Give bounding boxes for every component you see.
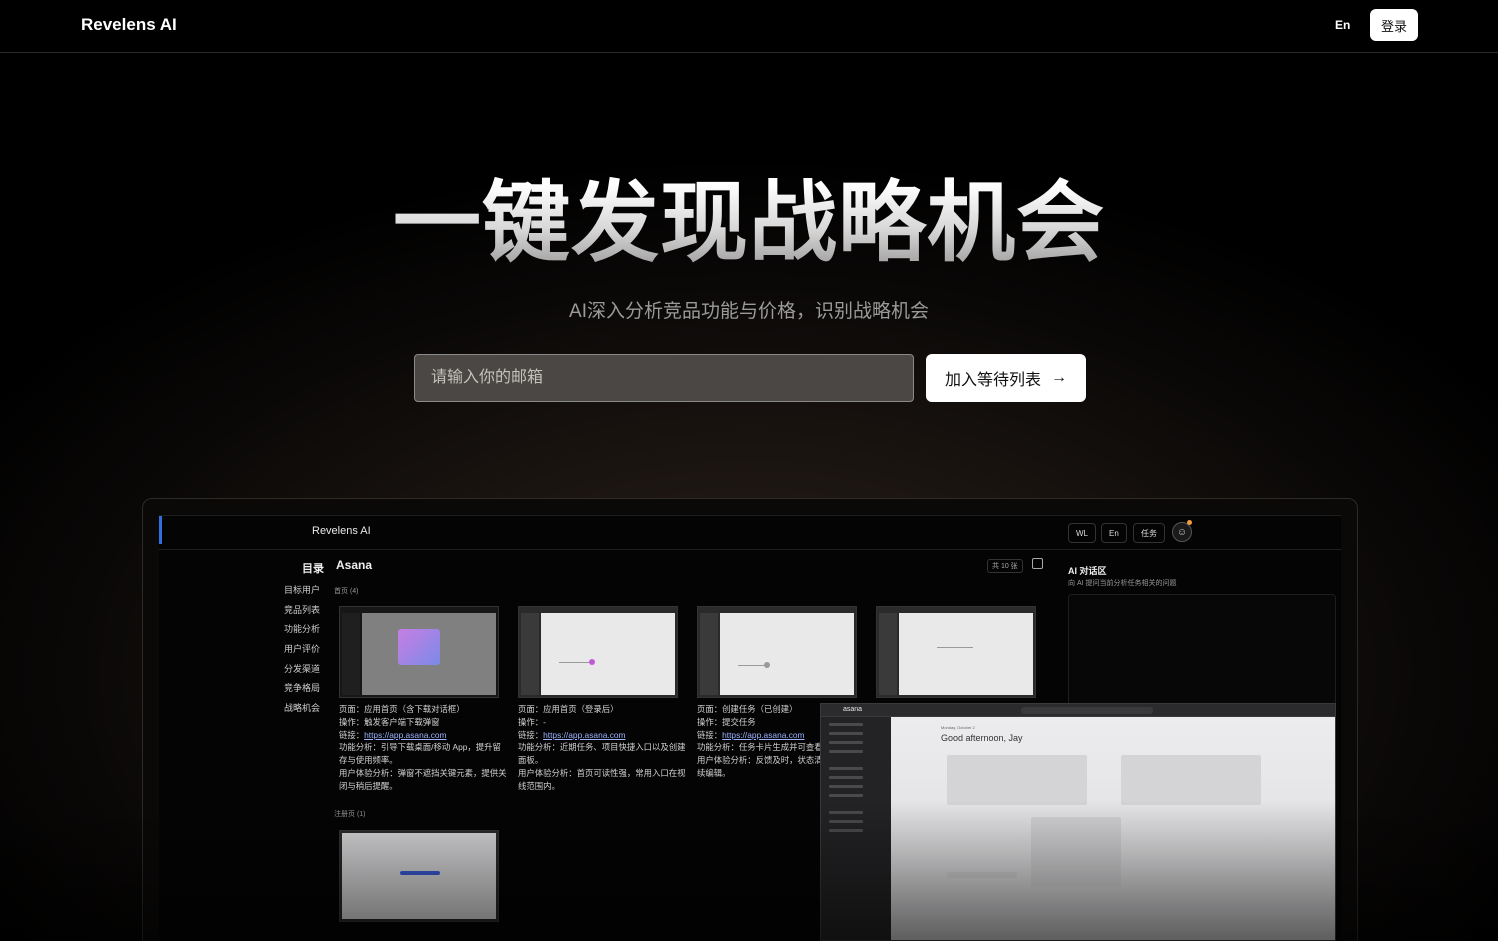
screenshot-card[interactable] [876, 606, 1046, 698]
screenshot-count-badge: 共 10 张 [987, 559, 1023, 573]
screenshot-card[interactable]: 页面：应用首页（登录后） 操作：- 链接：https://app.asana.c… [518, 606, 688, 793]
preview-topbar: Revelens AI WL En 任务 ☺ [159, 516, 1341, 550]
asana-topbar: asana [821, 704, 1335, 717]
toc-title: 目录 [302, 563, 324, 575]
asana-search-bar [1021, 707, 1153, 714]
card-link[interactable]: https://app.asana.com [364, 730, 446, 740]
workspace-pill[interactable]: WL [1068, 523, 1096, 543]
screenshot-thumbnail[interactable] [339, 830, 499, 922]
asana-greeting: Good afternoon, Jay [941, 733, 1023, 743]
card-link[interactable]: https://app.asana.com [722, 730, 804, 740]
ai-chat-title: AI 对话区 [1068, 566, 1107, 576]
company-title: Asana [336, 558, 373, 572]
screenshot-thumbnail[interactable] [518, 606, 678, 698]
language-toggle[interactable]: En [1335, 18, 1350, 32]
toc-item-target-users[interactable]: 目标用户 [284, 583, 320, 603]
asana-screenshot-overlay: asana Monday, October 2 Good afternoon, … [820, 703, 1336, 941]
top-nav: Revelens AI En 登录 [0, 0, 1498, 53]
join-waitlist-button[interactable]: 加入等待列表 → [926, 354, 1086, 402]
screenshot-thumbnail[interactable] [339, 606, 499, 698]
asana-date: Monday, October 2 [941, 725, 975, 730]
section-label-signup: 注册页 (1) [334, 811, 366, 818]
asana-logo: asana [843, 706, 863, 713]
toc-item-features[interactable]: 功能分析 [284, 622, 320, 642]
login-button[interactable]: 登录 [1370, 9, 1418, 41]
asana-sidebar [821, 717, 891, 940]
screenshot-card[interactable] [339, 830, 509, 922]
hero-headline: 一键发现战略机会 [0, 168, 1498, 278]
arrow-right-icon: → [1051, 369, 1067, 386]
toc-item-opportunities[interactable]: 战略机会 [284, 701, 320, 721]
notification-dot [1187, 520, 1192, 525]
card-description: 页面：应用首页（登录后） 操作：- 链接：https://app.asana.c… [518, 704, 686, 791]
toc-item-competitors[interactable]: 竞品列表 [284, 603, 320, 623]
tasks-pill[interactable]: 任务 [1133, 523, 1165, 543]
download-dialog-graphic [398, 629, 440, 665]
screenshot-thumbnail[interactable] [876, 606, 1036, 698]
section-label-home: 首页 (4) [334, 588, 359, 595]
card-description: 页面：应用首页（含下载对话框） 操作：触发客户端下载弹窗 链接：https://… [339, 704, 507, 791]
user-avatar-icon[interactable]: ☺ [1172, 522, 1192, 542]
toc-item-reviews[interactable]: 用户评价 [284, 642, 320, 662]
preview-brand: Revelens AI [312, 525, 371, 537]
preview-lang-pill[interactable]: En [1101, 523, 1127, 543]
toc-item-channels[interactable]: 分发渠道 [284, 662, 320, 682]
toc-item-landscape[interactable]: 竞争格局 [284, 681, 320, 701]
email-input[interactable] [414, 354, 914, 402]
card-link[interactable]: https://app.asana.com [543, 730, 625, 740]
asana-home: Monday, October 2 Good afternoon, Jay [891, 717, 1335, 940]
ai-chat-subtitle: 向 AI 提问当前分析任务相关的问题 [1068, 580, 1177, 587]
brand-logo[interactable]: Revelens AI [81, 15, 177, 35]
screenshot-card[interactable]: 页面：应用首页（含下载对话框） 操作：触发客户端下载弹窗 链接：https://… [339, 606, 509, 793]
hero-subtitle: AI深入分析竞品功能与价格，识别战略机会 [569, 301, 929, 322]
export-icon[interactable] [1032, 558, 1043, 569]
screenshot-thumbnail[interactable] [697, 606, 857, 698]
toc-list: 目标用户 竞品列表 功能分析 用户评价 分发渠道 竞争格局 战略机会 [284, 583, 320, 721]
join-waitlist-label: 加入等待列表 [944, 372, 1041, 389]
